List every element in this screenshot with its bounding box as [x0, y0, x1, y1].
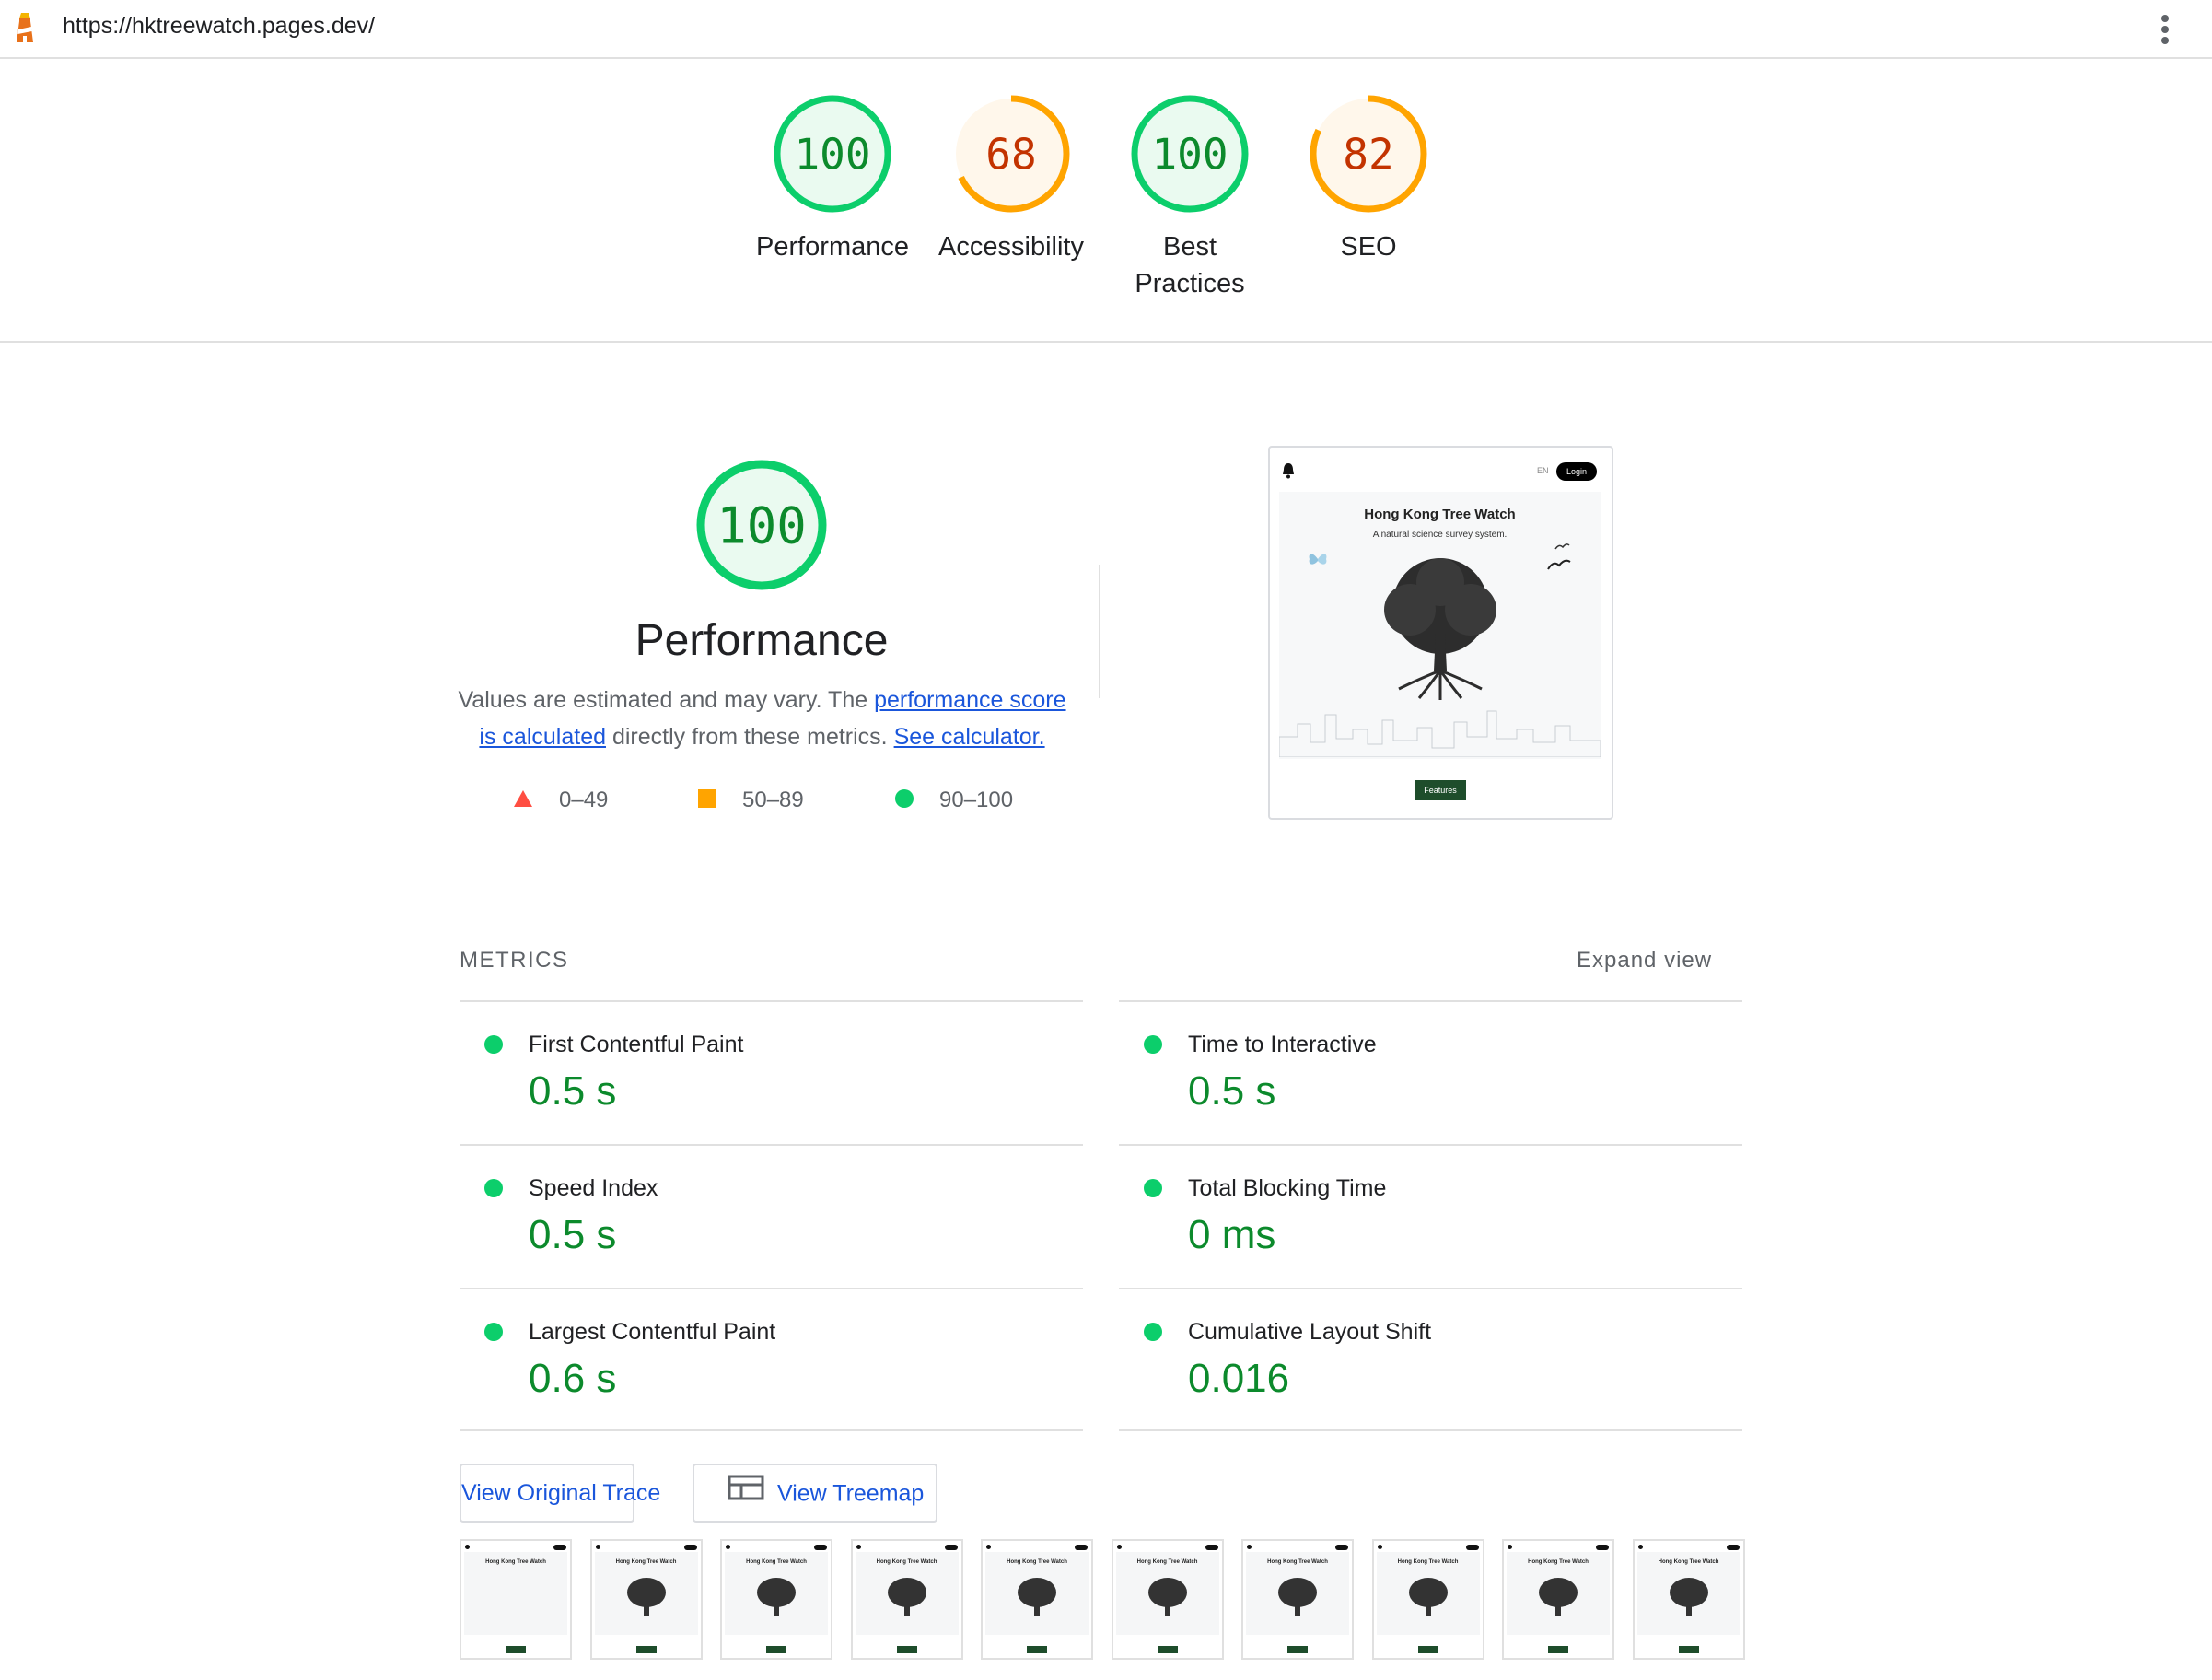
tree-illustration-icon	[1362, 551, 1519, 712]
description-text: Values are estimated and may vary. The	[458, 687, 875, 713]
frame-title: Hong Kong Tree Watch	[876, 1559, 937, 1565]
more-options-icon[interactable]	[2151, 11, 2179, 48]
metric-time-to-interactive: Time to Interactive 0.5 s	[1119, 1000, 1742, 1146]
legend-fail: 0–49	[513, 788, 608, 814]
login-button[interactable]: Login	[1556, 462, 1597, 481]
skyline-icon	[1278, 696, 1601, 758]
see-calculator-link[interactable]: See calculator.	[894, 724, 1045, 750]
pass-circle-icon	[1144, 1323, 1162, 1341]
view-treemap-label: View Treemap	[777, 1480, 925, 1507]
site-subtitle: A natural science survey system.	[1372, 530, 1508, 540]
metric-total-blocking-time: Total Blocking Time 0 ms	[1119, 1144, 1742, 1289]
filmstrip-frame[interactable]: Hong Kong Tree Watch	[1111, 1539, 1224, 1660]
metric-value: 0.5 s	[529, 1068, 617, 1114]
metric-speed-index: Speed Index 0.5 s	[460, 1144, 1083, 1289]
circle-icon	[895, 788, 914, 814]
gauge-seo[interactable]: 82 SEO	[1279, 92, 1458, 265]
filmstrip-frame[interactable]: Hong Kong Tree Watch	[1502, 1539, 1614, 1660]
gauge-accessibility[interactable]: 68 Accessibility	[922, 92, 1100, 265]
section-divider	[1099, 565, 1100, 698]
metrics-divider	[460, 1429, 1083, 1431]
site-title: Hong Kong Tree Watch	[1364, 507, 1516, 522]
pass-circle-icon	[484, 1323, 503, 1341]
legend-range: 50–89	[742, 788, 804, 812]
pass-circle-icon	[484, 1035, 503, 1054]
metric-label: Largest Contentful Paint	[529, 1319, 776, 1345]
filmstrip-frame[interactable]: Hong Kong Tree Watch	[981, 1539, 1093, 1660]
gauge-label: Best Practices	[1135, 232, 1245, 298]
gauge-label: Performance	[755, 232, 909, 262]
triangle-icon	[513, 788, 533, 814]
gauge-score: 68	[985, 130, 1036, 180]
legend-pass: 90–100	[895, 788, 1013, 814]
legend-range: 0–49	[559, 788, 609, 812]
gauge-performance[interactable]: 100 Performance	[743, 92, 922, 265]
frame-title: Hong Kong Tree Watch	[1397, 1559, 1459, 1565]
square-icon	[698, 788, 716, 814]
final-screenshot[interactable]: EN Login Hong Kong Tree Watch A natural …	[1268, 446, 1613, 820]
filmstrip-frame[interactable]: Hong Kong Tree Watch	[460, 1539, 572, 1660]
metric-label: First Contentful Paint	[529, 1032, 744, 1057]
legend-average: 50–89	[698, 788, 804, 814]
header-divider	[0, 341, 2212, 343]
metric-label: Cumulative Layout Shift	[1188, 1319, 1432, 1345]
performance-description: Values are estimated and may vary. The p…	[451, 682, 1073, 755]
performance-score-gauge: 100	[694, 458, 829, 592]
filmstrip-frame[interactable]: Hong Kong Tree Watch	[589, 1539, 703, 1660]
gauge-score: 100	[716, 496, 807, 554]
frame-title: Hong Kong Tree Watch	[746, 1559, 807, 1565]
metric-value: 0.016	[1188, 1356, 1290, 1401]
metric-largest-contentful-paint: Largest Contentful Paint 0.6 s	[460, 1288, 1083, 1433]
frame-title: Hong Kong Tree Watch	[1267, 1559, 1328, 1565]
filmstrip-frame[interactable]: Hong Kong Tree Watch	[720, 1539, 832, 1660]
features-button[interactable]: Features	[1415, 780, 1466, 800]
frame-title: Hong Kong Tree Watch	[1136, 1559, 1198, 1565]
metrics-divider	[1119, 1429, 1742, 1431]
frame-title: Hong Kong Tree Watch	[1007, 1559, 1067, 1565]
frame-title: Hong Kong Tree Watch	[1528, 1559, 1589, 1565]
expand-view-toggle[interactable]: Expand view	[1577, 948, 1712, 974]
description-text-middle: directly from these metrics.	[606, 724, 894, 750]
birds-icon	[1546, 540, 1574, 581]
butterfly-icon	[1307, 551, 1329, 572]
language-link[interactable]: EN	[1537, 466, 1549, 475]
performance-title: Performance	[634, 616, 889, 665]
metric-label: Speed Index	[529, 1175, 658, 1201]
metric-value: 0.5 s	[1188, 1068, 1276, 1114]
metrics-heading: METRICS	[460, 948, 569, 973]
frame-title: Hong Kong Tree Watch	[485, 1559, 546, 1565]
page-url: https://hktreewatch.pages.dev/	[63, 13, 376, 39]
metric-label: Time to Interactive	[1188, 1032, 1377, 1057]
gauge-label: SEO	[1340, 232, 1397, 262]
frame-title: Hong Kong Tree Watch	[1658, 1559, 1719, 1565]
metric-value: 0.6 s	[529, 1356, 617, 1401]
legend-range: 90–100	[939, 788, 1014, 812]
bell-icon	[1281, 462, 1296, 484]
gauge-score: 100	[1151, 130, 1228, 180]
gauge-score: 82	[1343, 130, 1393, 180]
frame-title: Hong Kong Tree Watch	[615, 1559, 677, 1565]
treemap-icon	[728, 1465, 764, 1521]
view-original-trace-button[interactable]: View Original Trace	[460, 1464, 660, 1522]
pass-circle-icon	[484, 1179, 503, 1197]
metric-value: 0 ms	[1188, 1212, 1276, 1257]
gauge-best-practices[interactable]: 100 Best Practices	[1100, 92, 1279, 302]
view-treemap-button[interactable]: View Treemap	[693, 1464, 937, 1522]
lighthouse-logo-icon	[11, 9, 39, 46]
pass-circle-icon	[1144, 1179, 1162, 1197]
filmstrip-frame[interactable]: Hong Kong Tree Watch	[1371, 1539, 1484, 1660]
pass-circle-icon	[1144, 1035, 1162, 1054]
metric-cumulative-layout-shift: Cumulative Layout Shift 0.016	[1119, 1288, 1742, 1433]
metric-value: 0.5 s	[529, 1212, 617, 1257]
filmstrip-frame[interactable]: Hong Kong Tree Watch	[1241, 1539, 1354, 1660]
metric-label: Total Blocking Time	[1188, 1175, 1387, 1201]
filmstrip-frame[interactable]: Hong Kong Tree Watch	[850, 1539, 963, 1660]
filmstrip-frame[interactable]: Hong Kong Tree Watch	[1632, 1539, 1745, 1660]
metric-first-contentful-paint: First Contentful Paint 0.5 s	[460, 1000, 1083, 1146]
gauge-label: Accessibility	[938, 232, 1084, 262]
gauge-score: 100	[794, 130, 870, 180]
